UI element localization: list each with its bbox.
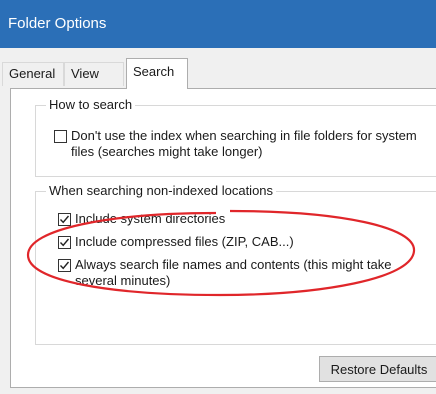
- tab-general[interactable]: General: [2, 62, 64, 86]
- window-title: Folder Options: [8, 15, 107, 32]
- non-indexed-title: When searching non-indexed locations: [46, 183, 277, 198]
- search-tab-panel: How to search Don't use the index when s…: [10, 88, 436, 388]
- dont-use-index-checkbox[interactable]: [54, 130, 67, 143]
- how-to-search-title: How to search: [46, 97, 136, 112]
- checkmark-icon: [59, 238, 70, 247]
- tab-view-label: View: [71, 66, 99, 81]
- dialog-body: General View Search How to search Don't …: [0, 48, 436, 394]
- checkmark-icon: [59, 261, 70, 270]
- include-system-dirs-option[interactable]: Include system directories: [58, 211, 428, 227]
- dont-use-index-option[interactable]: Don't use the index when searching in fi…: [54, 128, 434, 160]
- include-system-dirs-checkbox[interactable]: [58, 213, 71, 226]
- tab-search[interactable]: Search: [126, 58, 188, 89]
- restore-defaults-button[interactable]: Restore Defaults: [319, 356, 436, 382]
- always-search-contents-label: Always search file names and contents (t…: [75, 257, 392, 288]
- how-to-search-group: How to search Don't use the index when s…: [35, 97, 436, 177]
- include-system-dirs-label: Include system directories: [75, 211, 226, 226]
- include-compressed-option[interactable]: Include compressed files (ZIP, CAB...): [58, 234, 428, 250]
- tab-view[interactable]: View: [64, 62, 124, 86]
- non-indexed-group: When searching non-indexed locations Inc…: [35, 183, 436, 345]
- tab-general-label: General: [9, 66, 56, 81]
- tab-strip: General View Search: [0, 58, 436, 89]
- dont-use-index-label: Don't use the index when searching in fi…: [71, 128, 417, 159]
- always-search-contents-checkbox[interactable]: [58, 259, 71, 272]
- always-search-contents-option[interactable]: Always search file names and contents (t…: [58, 257, 398, 289]
- checkmark-icon: [59, 215, 70, 224]
- title-bar: Folder Options: [0, 0, 436, 48]
- tab-search-label: Search: [133, 64, 175, 79]
- include-compressed-checkbox[interactable]: [58, 236, 71, 249]
- include-compressed-label: Include compressed files (ZIP, CAB...): [75, 234, 294, 249]
